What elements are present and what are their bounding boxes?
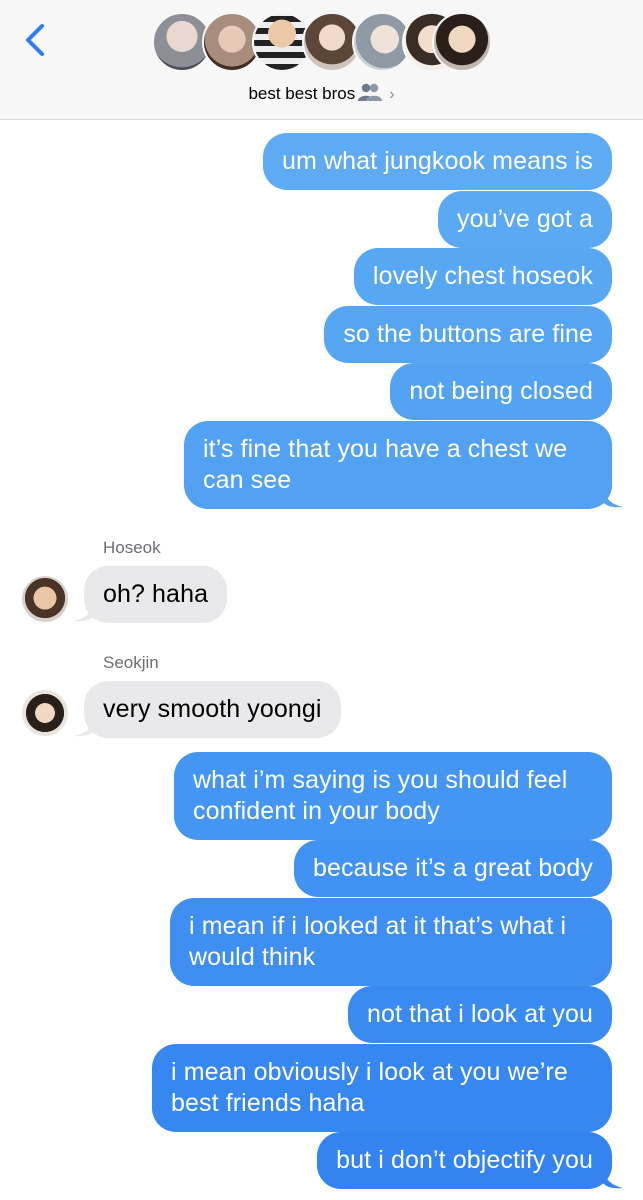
outgoing-message[interactable]: lovely chest hoseok — [353, 248, 612, 305]
outgoing-message[interactable]: um what jungkook means is — [263, 133, 612, 190]
group-name-button[interactable]: best best bros › — [0, 82, 643, 107]
outgoing-message[interactable]: i mean obviously i look at you we’re bes… — [152, 1044, 612, 1132]
outgoing-message[interactable]: what i’m saying is you should feel confi… — [174, 752, 612, 840]
outgoing-message[interactable]: i mean if i looked at it that’s what i w… — [170, 898, 612, 986]
back-button[interactable] — [18, 20, 54, 60]
sender-name: Seokjin — [103, 653, 159, 672]
outgoing-message[interactable]: it’s fine that you have a chest we can s… — [184, 421, 612, 509]
busts-in-silhouette-icon — [357, 82, 383, 107]
incoming-message[interactable]: oh? haha — [84, 566, 228, 623]
sender-avatar[interactable] — [22, 576, 68, 622]
outgoing-message[interactable]: but i don’t objectify you — [317, 1132, 612, 1189]
outgoing-message[interactable]: not that i look at you — [348, 986, 612, 1043]
chevron-left-icon — [26, 24, 44, 56]
sender-name: Hoseok — [103, 538, 161, 557]
bubble-tail — [603, 482, 623, 508]
incoming-message[interactable]: very smooth yoongi — [84, 681, 341, 738]
outgoing-message[interactable]: so the buttons are fine — [324, 306, 612, 363]
sender-avatar[interactable] — [22, 690, 68, 736]
outgoing-message[interactable]: you’ve got a — [437, 191, 612, 248]
outgoing-message[interactable]: not being closed — [390, 363, 612, 420]
chevron-right-icon: › — [389, 86, 395, 103]
conversation-header: best best bros › — [0, 0, 643, 120]
bubble-tail — [603, 1163, 623, 1189]
member-avatar — [432, 12, 492, 72]
outgoing-message[interactable]: because it’s a great body — [293, 840, 612, 897]
group-name-label: best best bros — [248, 84, 356, 103]
